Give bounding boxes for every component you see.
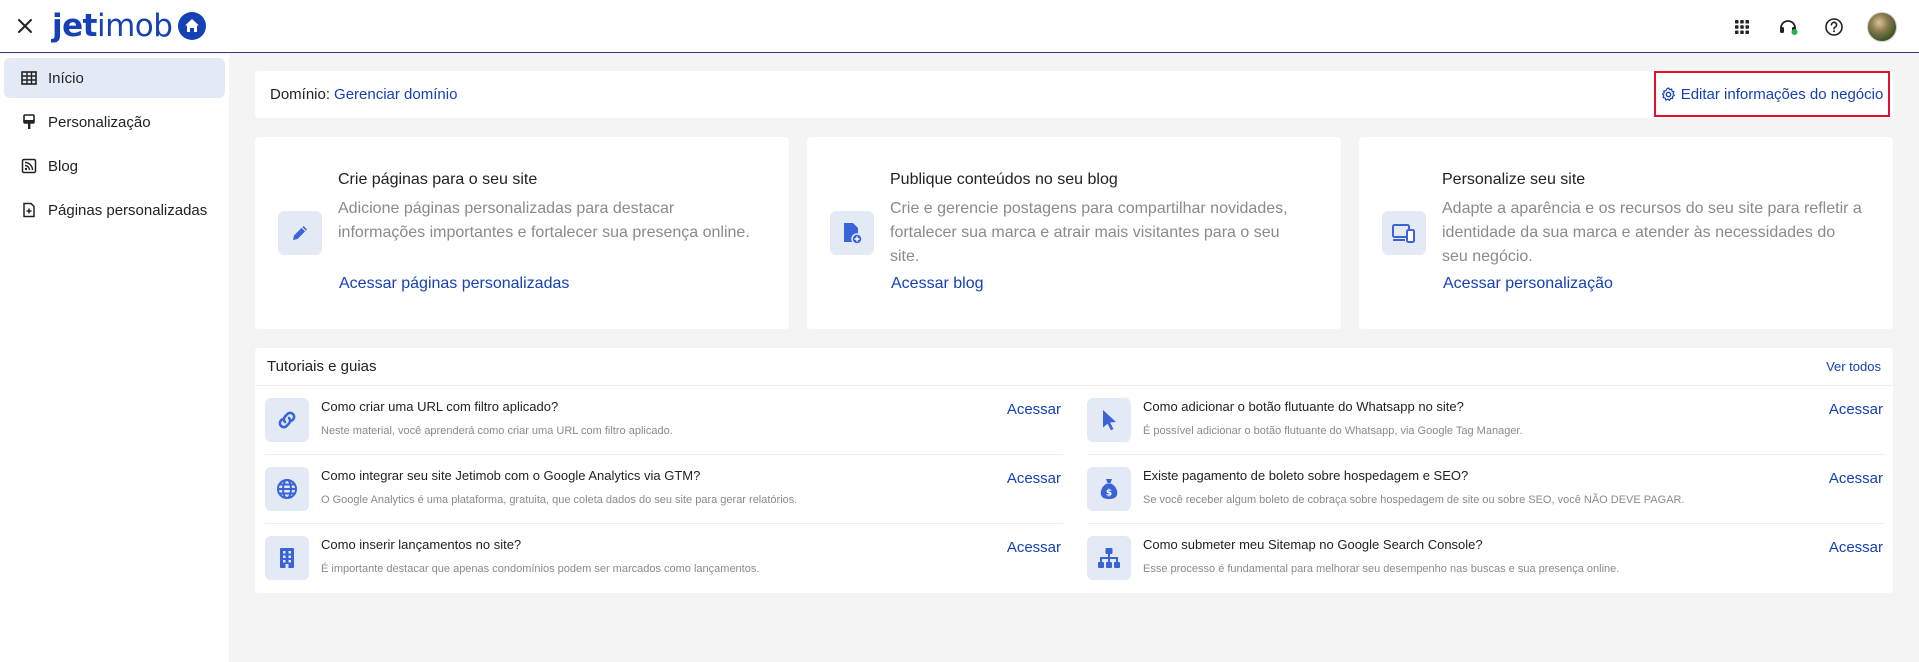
card-create-pages: Crie páginas para o seu site Adicione pá… (255, 137, 789, 329)
card-title: Publique conteúdos no seu blog (890, 171, 1118, 188)
table-grid-icon (20, 69, 38, 87)
access-tutorial-button[interactable]: Acessar (1007, 539, 1061, 556)
sidebar-item-paginas-personalizadas[interactable]: Páginas personalizadas (4, 190, 225, 230)
edit-business-info-label: Editar informações do negócio (1680, 85, 1884, 103)
file-plus-icon (20, 201, 38, 219)
paint-roller-icon (20, 113, 38, 131)
access-custom-pages-link[interactable]: Acessar páginas personalizadas (339, 275, 569, 293)
tutorial-question: Existe pagamento de boleto sobre hospeda… (1143, 468, 1469, 483)
card-description: Crie e gerencie postagens para compartil… (890, 200, 1288, 265)
tutorial-description: Se você receber algum boleto de cobraça … (1143, 494, 1685, 506)
tutorials-title: Tutoriais e guias (267, 358, 377, 375)
support-headset-icon[interactable] (1775, 14, 1801, 40)
close-icon[interactable] (14, 15, 36, 37)
avatar[interactable] (1867, 12, 1897, 42)
sidebar-item-label: Blog (48, 157, 79, 175)
access-tutorial-button[interactable]: Acessar (1007, 470, 1061, 487)
tutorial-question: Como inserir lançamentos no site? (321, 537, 522, 552)
card-title: Personalize seu site (1442, 171, 1586, 188)
globe-icon (265, 467, 309, 511)
devices-icon (1382, 211, 1426, 255)
card-title: Crie páginas para o seu site (338, 171, 538, 188)
logo-text-light: imob (96, 8, 173, 44)
list-item: Como integrar seu site Jetimob com o Goo… (265, 455, 1063, 524)
cursor-icon (1087, 398, 1131, 442)
edit-business-info-button[interactable]: Editar informações do negócio (1654, 71, 1890, 117)
sidebar-item-personalizacao[interactable]: Personalização (4, 102, 225, 142)
tutorial-description: O Google Analytics é uma plataforma, gra… (321, 494, 798, 506)
tutorial-description: É possível adicionar o botão flutuante d… (1143, 425, 1523, 437)
pencil-icon (278, 211, 322, 255)
money-bag-icon: $ (1087, 467, 1131, 511)
file-add-icon (830, 211, 874, 255)
see-all-link[interactable]: Ver todos (1826, 359, 1881, 374)
gear-icon (1661, 86, 1675, 101)
sidebar-item-label: Início (48, 69, 84, 87)
access-tutorial-button[interactable]: Acessar (1007, 401, 1061, 418)
rss-icon (20, 157, 38, 175)
sitemap-icon (1087, 536, 1131, 580)
tutorial-description: É importante destacar que apenas condomí… (321, 563, 760, 575)
home-icon (178, 12, 207, 40)
top-bar: jetimob (0, 0, 1919, 53)
sidebar-item-label: Personalização (48, 113, 151, 131)
sidebar-item-inicio[interactable]: Início (4, 58, 225, 98)
access-blog-link[interactable]: Acessar blog (891, 275, 984, 293)
manage-domain-link[interactable]: Gerenciar domínio (334, 86, 457, 103)
quick-action-cards: Crie páginas para o seu site Adicione pá… (255, 137, 1893, 329)
tutorial-question: Como criar uma URL com filtro aplicado? (321, 399, 559, 414)
list-item: Como adicionar o botão flutuante do What… (1087, 386, 1885, 455)
domain-label: Domínio: (270, 86, 331, 103)
sidebar-item-label: Páginas personalizadas (48, 201, 208, 219)
tutorials-panel: Tutoriais e guias Ver todos Como criar u… (255, 348, 1893, 593)
link-icon (265, 398, 309, 442)
list-item: $ Existe pagamento de boleto sobre hospe… (1087, 455, 1885, 524)
access-tutorial-button[interactable]: Acessar (1829, 539, 1883, 556)
domain-bar: Domínio: Gerenciar domínio Editar inform… (255, 71, 1893, 118)
list-item: Como criar uma URL com filtro aplicado? … (265, 386, 1063, 455)
help-icon[interactable] (1821, 14, 1847, 40)
sidebar-item-blog[interactable]: Blog (4, 146, 225, 186)
sidebar: Início Personalização Blog Páginas perso… (0, 54, 229, 662)
access-customization-link[interactable]: Acessar personalização (1443, 275, 1613, 293)
card-description: Adapte a aparência e os recursos do seu … (1442, 200, 1862, 265)
access-tutorial-button[interactable]: Acessar (1829, 401, 1883, 418)
access-tutorial-button[interactable]: Acessar (1829, 470, 1883, 487)
tutorial-question: Como integrar seu site Jetimob com o Goo… (321, 468, 701, 483)
apps-grid-icon[interactable] (1729, 14, 1755, 40)
tutorial-description: Esse processo é fundamental para melhora… (1143, 563, 1620, 575)
list-item: Como submeter meu Sitemap no Google Sear… (1087, 524, 1885, 593)
card-description: Adicione páginas personalizadas para des… (338, 200, 750, 241)
svg-text:$: $ (1106, 489, 1112, 499)
building-icon (265, 536, 309, 580)
card-blog: Publique conteúdos no seu blog Crie e ge… (807, 137, 1341, 329)
logo-text-bold: jet (52, 8, 97, 44)
tutorial-description: Neste material, você aprenderá como cria… (321, 425, 673, 437)
tutorial-question: Como submeter meu Sitemap no Google Sear… (1143, 537, 1483, 552)
card-customize-site: Personalize seu site Adapte a aparência … (1359, 137, 1893, 329)
tutorial-question: Como adicionar o botão flutuante do What… (1143, 399, 1464, 414)
list-item: Como inserir lançamentos no site? É impo… (265, 524, 1063, 593)
logo[interactable]: jetimob (52, 8, 207, 44)
